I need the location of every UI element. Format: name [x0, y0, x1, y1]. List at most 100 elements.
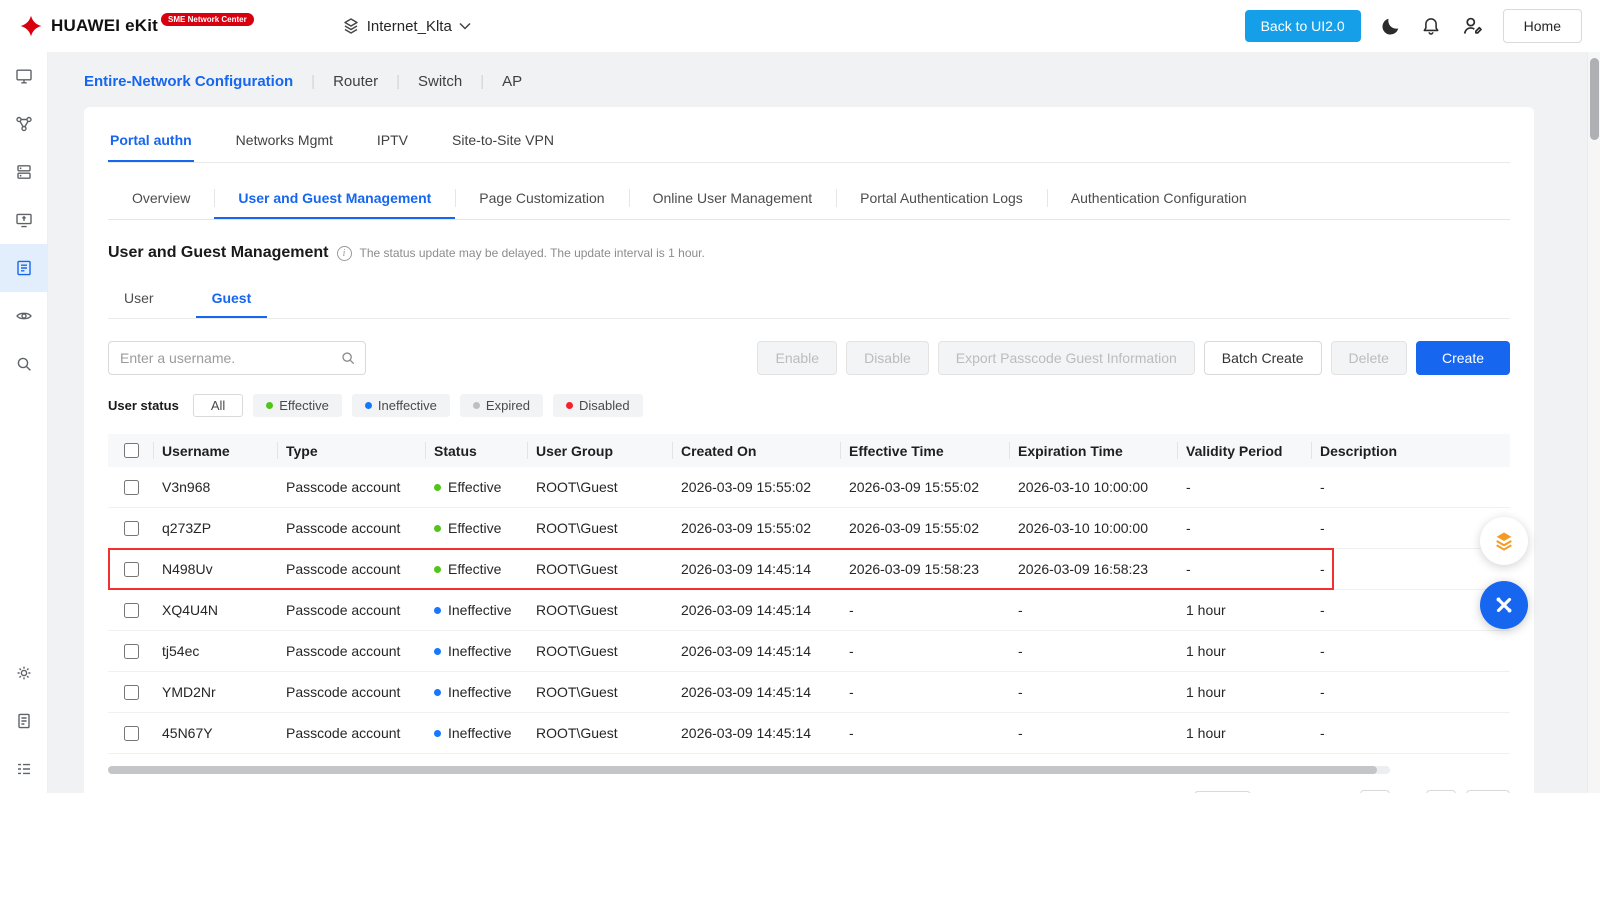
nav-ap[interactable]: AP	[502, 73, 522, 90]
tab-site-to-site-vpn[interactable]: Site-to-Site VPN	[450, 121, 556, 162]
row-checkbox[interactable]	[124, 726, 139, 741]
row-checkbox[interactable]	[124, 562, 139, 577]
cell-validity-period: 1 hour	[1178, 643, 1312, 659]
tab-portal-authentication-logs[interactable]: Portal Authentication Logs	[836, 179, 1047, 219]
cell-status: Ineffective	[426, 602, 528, 618]
chevron-down-icon	[459, 22, 471, 30]
cell-user-group: ROOT\Guest	[528, 643, 673, 659]
row-checkbox[interactable]	[124, 685, 139, 700]
cell-validity-period: 1 hour	[1178, 602, 1312, 618]
tab-page-customization[interactable]: Page Customization	[455, 179, 628, 219]
prev-page-button[interactable]: ‹	[1360, 790, 1390, 793]
cell-created-on: 2026-03-09 15:55:02	[673, 520, 841, 536]
export-passcode-button[interactable]: Export Passcode Guest Information	[938, 341, 1195, 375]
tab-user-and-guest-management[interactable]: User and Guest Management	[214, 179, 455, 219]
cell-created-on: 2026-03-09 15:55:02	[673, 479, 841, 495]
cell-created-on: 2026-03-09 14:45:14	[673, 561, 841, 577]
sidebar-item-configuration[interactable]	[0, 244, 48, 292]
brand-name: HUAWEI eKit	[51, 16, 158, 36]
cell-effective-time: 2026-03-09 15:55:02	[841, 479, 1010, 495]
table-header: Username Type Status User Group Created …	[108, 434, 1510, 467]
enable-button[interactable]: Enable	[757, 341, 837, 375]
huawei-flower-icon	[18, 13, 44, 39]
floating-layers-button[interactable]	[1480, 517, 1528, 565]
user-profile-button[interactable]	[1461, 15, 1483, 37]
pagination: Total Records: 10 Records/Page ‹ 1 ›	[108, 790, 1510, 793]
select-all-checkbox[interactable]	[124, 443, 139, 458]
tab-guest[interactable]: Guest	[196, 282, 268, 318]
col-description: Description	[1312, 434, 1510, 467]
status-dot	[434, 607, 441, 614]
cell-created-on: 2026-03-09 14:45:14	[673, 643, 841, 659]
filter-effective[interactable]: Effective	[253, 394, 342, 417]
toolbar-buttons: Enable Disable Export Passcode Guest Inf…	[757, 341, 1510, 375]
notifications-button[interactable]	[1421, 16, 1441, 36]
primary-tabs: Portal authn Networks Mgmt IPTV Site-to-…	[108, 107, 1510, 163]
cell-expiration-time: -	[1010, 725, 1178, 741]
status-notice: The status update may be delayed. The up…	[360, 246, 705, 260]
horizontal-scrollbar-thumb[interactable]	[108, 766, 1377, 774]
home-button[interactable]: Home	[1503, 9, 1582, 43]
batch-create-button[interactable]: Batch Create	[1204, 341, 1322, 375]
back-to-ui2-button[interactable]: Back to UI2.0	[1245, 10, 1361, 42]
sidebar-item-topology[interactable]	[0, 100, 48, 148]
floating-tools-button[interactable]	[1480, 581, 1528, 629]
table-row: 45N67Y Passcode account Ineffective ROOT…	[108, 713, 1510, 754]
secondary-tabs: Overview User and Guest Management Page …	[108, 179, 1510, 220]
page-size-select[interactable]: 10	[1194, 791, 1252, 793]
sidebar-item-search[interactable]	[0, 340, 48, 388]
cell-type: Passcode account	[278, 561, 426, 577]
sidebar-item-tasklist[interactable]	[0, 745, 48, 793]
cell-description: -	[1312, 643, 1510, 659]
site-selector[interactable]: Internet_Klta	[342, 17, 471, 35]
row-checkbox[interactable]	[124, 644, 139, 659]
page-jump-input[interactable]	[1466, 790, 1510, 793]
sidebar-item-settings[interactable]	[0, 649, 48, 697]
tab-online-user-management[interactable]: Online User Management	[629, 179, 837, 219]
dark-mode-button[interactable]	[1381, 16, 1401, 36]
sidebar-item-screen-share[interactable]	[0, 196, 48, 244]
cell-type: Passcode account	[278, 725, 426, 741]
filter-ineffective[interactable]: Ineffective	[352, 394, 450, 417]
sidebar-item-monitor[interactable]	[0, 52, 48, 100]
tab-user[interactable]: User	[108, 282, 170, 318]
create-button[interactable]: Create	[1416, 341, 1510, 375]
filter-all[interactable]: All	[193, 394, 243, 417]
search-icon	[15, 355, 33, 373]
row-checkbox[interactable]	[124, 603, 139, 618]
row-checkbox[interactable]	[124, 521, 139, 536]
filter-disabled[interactable]: Disabled	[553, 394, 643, 417]
cell-expiration-time: -	[1010, 602, 1178, 618]
vertical-scrollbar-thumb[interactable]	[1590, 58, 1599, 140]
tab-portal-authn[interactable]: Portal authn	[108, 121, 194, 162]
status-dot	[434, 484, 441, 491]
content-card: Portal authn Networks Mgmt IPTV Site-to-…	[84, 107, 1534, 793]
cell-created-on: 2026-03-09 14:45:14	[673, 684, 841, 700]
horizontal-scrollbar-track[interactable]	[108, 766, 1390, 774]
next-page-button[interactable]: ›	[1426, 790, 1456, 793]
cell-expiration-time: -	[1010, 684, 1178, 700]
nav-entire-network-configuration[interactable]: Entire-Network Configuration	[84, 73, 293, 90]
vertical-scrollbar-track[interactable]	[1587, 52, 1600, 793]
tab-overview[interactable]: Overview	[108, 179, 214, 219]
cell-description: -	[1312, 684, 1510, 700]
tab-networks-mgmt[interactable]: Networks Mgmt	[234, 121, 335, 162]
cell-type: Passcode account	[278, 602, 426, 618]
delete-button[interactable]: Delete	[1331, 341, 1407, 375]
row-checkbox[interactable]	[124, 480, 139, 495]
nav-switch[interactable]: Switch	[418, 73, 462, 90]
list-icon	[15, 760, 33, 778]
tab-iptv[interactable]: IPTV	[375, 121, 410, 162]
sidebar-item-logs[interactable]	[0, 697, 48, 745]
cell-validity-period: -	[1178, 561, 1312, 577]
sidebar-item-devices[interactable]	[0, 148, 48, 196]
filter-expired[interactable]: Expired	[460, 394, 543, 417]
sidebar-item-monitoring[interactable]	[0, 292, 48, 340]
nav-router[interactable]: Router	[333, 73, 378, 90]
username-search-input[interactable]	[108, 341, 366, 375]
select-all-checkbox-cell	[108, 434, 154, 467]
disable-button[interactable]: Disable	[846, 341, 929, 375]
col-username: Username	[154, 434, 278, 467]
tab-authentication-configuration[interactable]: Authentication Configuration	[1047, 179, 1271, 219]
search-box	[108, 341, 366, 375]
